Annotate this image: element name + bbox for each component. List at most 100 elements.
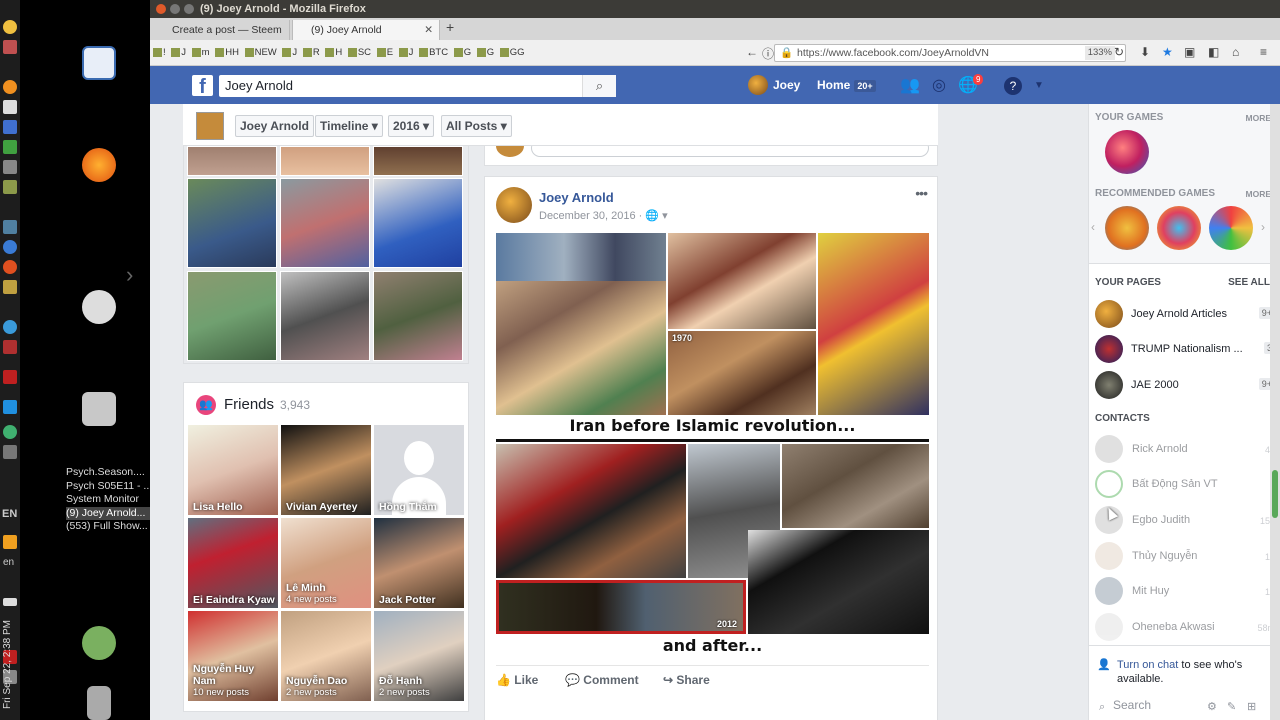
avatar[interactable] xyxy=(496,187,532,223)
bookmark[interactable]: SC xyxy=(347,40,371,66)
sync-icon[interactable]: ▣ xyxy=(1184,45,1195,59)
bookmark[interactable]: ! xyxy=(153,40,166,66)
photo-thumb[interactable] xyxy=(187,271,277,361)
profile-link[interactable]: Joey xyxy=(773,78,800,92)
messenger-icon[interactable]: ◎ xyxy=(930,77,948,95)
candy-crush-icon[interactable] xyxy=(1105,130,1149,174)
bookmark[interactable]: HH xyxy=(215,40,239,66)
comment-button[interactable]: 💬 Comment xyxy=(565,673,639,687)
bookmark[interactable]: GG xyxy=(499,40,525,66)
scrollbar-track[interactable] xyxy=(1270,104,1280,720)
bookmark[interactable]: J xyxy=(282,40,297,66)
calendar-icon[interactable] xyxy=(3,120,17,134)
grid-icon[interactable] xyxy=(3,160,17,174)
tab-facebook[interactable]: (9) Joey Arnold ✕ xyxy=(292,20,440,40)
chrome-icon[interactable] xyxy=(82,290,116,324)
turn-on-chat-link[interactable]: Turn on chat xyxy=(1117,659,1178,671)
menu-icon[interactable]: ≡ xyxy=(1260,45,1267,59)
page-item[interactable]: Joey Arnold Articles 9+ xyxy=(1095,300,1275,330)
friend-tile[interactable]: Vivian Ayertey xyxy=(281,425,371,515)
group-icon[interactable]: ⊞ xyxy=(1247,700,1256,713)
more-link[interactable]: MORE xyxy=(1246,113,1272,123)
like-button[interactable]: 👍 Like xyxy=(496,673,538,687)
clock[interactable]: Fri Sep 22, 2:38 PM xyxy=(2,620,13,709)
game-icon[interactable] xyxy=(1105,206,1149,250)
photo-thumb[interactable] xyxy=(280,178,370,268)
reload-icon[interactable]: ↻ xyxy=(1114,45,1124,59)
search-icon[interactable]: ⌕ xyxy=(582,75,616,97)
friend-tile[interactable]: Ei Eaindra Kyaw xyxy=(188,518,278,608)
friend-tile[interactable]: Đỗ Hạnh 2 new posts xyxy=(374,611,464,701)
crumb-filter[interactable]: All Posts ▾ xyxy=(441,115,512,137)
browser-icon[interactable] xyxy=(3,240,17,254)
media-icon[interactable] xyxy=(3,340,17,354)
screenshot-icon[interactable]: ◧ xyxy=(1208,45,1219,59)
post-date[interactable]: December 30, 2016 · 🌐 ▾ xyxy=(539,209,668,222)
bookmark[interactable]: J xyxy=(398,40,413,66)
ubuntu-icon[interactable] xyxy=(3,260,17,274)
post-image[interactable]: 1970 Iran before Islamic revolution... 2… xyxy=(496,233,929,655)
avatar[interactable] xyxy=(748,75,768,95)
contact-item[interactable]: Egbo Judith 15h xyxy=(1095,506,1275,536)
coin-icon[interactable] xyxy=(3,20,17,34)
contact-item[interactable]: Rick Arnold 4h xyxy=(1095,435,1275,465)
spreadsheet-icon[interactable] xyxy=(3,140,17,154)
send-icon[interactable] xyxy=(3,425,17,439)
see-all-link[interactable]: SEE ALL xyxy=(1228,277,1270,288)
contact-item[interactable]: Oheneba Akwasi 58m xyxy=(1095,613,1275,643)
page-item[interactable]: JAE 2000 9+ xyxy=(1095,371,1275,401)
tab-steem[interactable]: Create a post — Steem xyxy=(154,20,290,40)
back-icon[interactable]: ← xyxy=(746,45,758,59)
friend-tile[interactable]: Nguyễn Huy Nam 10 new posts xyxy=(188,611,278,701)
crumb-name[interactable]: Joey Arnold xyxy=(235,115,314,137)
game-icon[interactable] xyxy=(1157,206,1201,250)
download-icon[interactable]: ⬇ xyxy=(1140,45,1150,59)
keyboard-layout-secondary[interactable]: en xyxy=(3,557,14,568)
close-window-icon[interactable] xyxy=(156,4,166,14)
photo-thumb[interactable] xyxy=(373,146,463,176)
friend-tile[interactable]: Jack Potter xyxy=(374,518,464,608)
photo-thumb[interactable] xyxy=(280,271,370,361)
terminal-icon[interactable] xyxy=(3,220,17,234)
home-link[interactable]: Home 20+ xyxy=(817,78,876,92)
chevron-right-icon[interactable]: › xyxy=(126,262,133,288)
keyboard-layout[interactable]: EN xyxy=(2,508,17,520)
files-icon[interactable] xyxy=(82,392,116,426)
avatar[interactable] xyxy=(196,112,224,140)
facebook-logo-icon[interactable]: f xyxy=(192,75,213,98)
friend-requests-icon[interactable]: 👥 xyxy=(900,77,920,95)
package-icon[interactable] xyxy=(3,280,17,294)
user-icon[interactable] xyxy=(82,626,116,660)
cloud-icon[interactable] xyxy=(3,400,17,414)
page-item[interactable]: TRUMP Nationalism ... 3 xyxy=(1095,335,1275,365)
crumb-year[interactable]: 2016 ▾ xyxy=(388,115,435,137)
url-bar[interactable]: 🔒 https://www.facebook.com/JoeyArnoldVN … xyxy=(774,44,1126,62)
taskbar-item[interactable]: Psych.Season.... xyxy=(66,466,152,480)
minimize-icon[interactable] xyxy=(170,4,180,14)
chromium-icon[interactable] xyxy=(3,320,17,334)
taskbar-item[interactable]: System Monitor xyxy=(66,493,152,507)
bitcoin-icon[interactable] xyxy=(3,80,17,94)
zoom-level[interactable]: 133% xyxy=(1084,46,1115,60)
document-icon[interactable] xyxy=(82,46,116,80)
bookmark[interactable]: R xyxy=(302,40,320,66)
bookmark[interactable]: J xyxy=(171,40,186,66)
taskbar-item-active[interactable]: (9) Joey Arnold... xyxy=(66,506,153,520)
trash-icon[interactable] xyxy=(87,686,111,720)
more-link[interactable]: MORE xyxy=(1246,189,1272,199)
camera-icon[interactable] xyxy=(3,445,17,459)
help-icon[interactable]: ? xyxy=(1004,77,1022,95)
bookmark[interactable]: H xyxy=(325,40,342,66)
scrollbar-thumb[interactable] xyxy=(1272,470,1278,518)
vlc-icon[interactable] xyxy=(3,535,17,549)
contact-item[interactable]: Bất Động Sản VT xyxy=(1095,470,1275,500)
post-author[interactable]: Joey Arnold xyxy=(539,190,614,205)
game-icon[interactable] xyxy=(1209,206,1253,250)
share-button[interactable]: ↪ Share xyxy=(663,673,710,687)
contact-item[interactable]: Mit Huy 1h xyxy=(1095,577,1275,607)
friend-tile[interactable]: Hồng Thắm xyxy=(374,425,464,515)
battery-icon[interactable] xyxy=(3,598,17,606)
chat-search-input[interactable]: Search xyxy=(1113,698,1151,712)
photo-thumb[interactable] xyxy=(187,178,277,268)
home-icon[interactable]: ⌂ xyxy=(1232,45,1239,59)
